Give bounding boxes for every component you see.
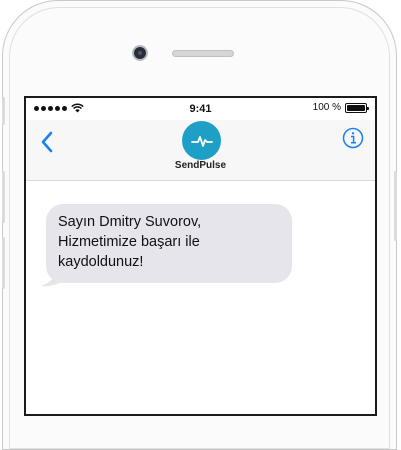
power-button — [394, 171, 397, 241]
message-bubble-incoming[interactable]: Sayın Dmitry Suvorov, Hizmetimize başarı… — [46, 204, 292, 283]
battery-indicator: 100 % — [312, 102, 369, 113]
message-line: Sayın Dmitry Suvorov, — [58, 214, 202, 230]
front-camera — [132, 45, 148, 61]
contact-name[interactable]: SendPulse — [26, 160, 375, 171]
conversation-header: SendPulse — [26, 120, 375, 181]
chevron-left-icon[interactable] — [38, 129, 58, 155]
phone-screen: 9:41 100 % SendPulse Sayın Dmitry Suvoro… — [24, 96, 377, 416]
message-line: Hizmetimize başarı ile — [58, 234, 200, 250]
message-line: kaydoldunuz! — [58, 254, 144, 270]
pulse-wave-icon — [190, 135, 213, 147]
info-circle-icon[interactable] — [342, 127, 364, 149]
volume-down-button — [2, 237, 5, 289]
battery-percentage: 100 % — [312, 102, 341, 113]
status-bar: 9:41 100 % — [26, 98, 375, 120]
earpiece-speaker — [172, 50, 234, 57]
mute-switch — [2, 97, 5, 125]
contact-avatar[interactable] — [182, 121, 221, 160]
volume-up-button — [2, 171, 5, 223]
battery-icon — [345, 102, 369, 113]
